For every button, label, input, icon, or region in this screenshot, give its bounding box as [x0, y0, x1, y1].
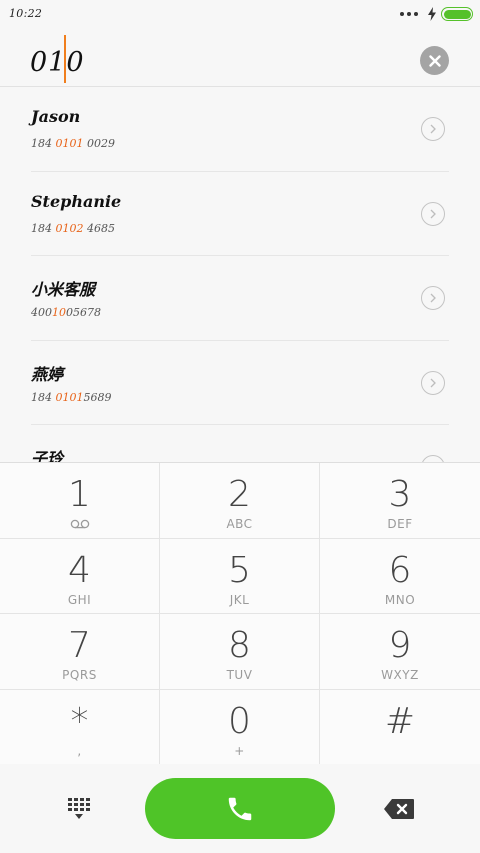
key-digit: 7 [68, 625, 91, 666]
key-digit: * [70, 700, 89, 742]
phone-icon [228, 797, 252, 820]
key-digit: 2 [228, 474, 251, 515]
chevron-right-icon [430, 293, 436, 303]
key-digit: # [384, 700, 416, 742]
contact-item[interactable]: 小米客服 4001005678 [31, 256, 449, 341]
key-digit: 3 [388, 474, 412, 515]
key-9[interactable]: 9 WXYZ [320, 614, 480, 690]
contact-detail-button[interactable] [421, 455, 445, 462]
clear-button[interactable] [420, 46, 449, 75]
contact-detail-button[interactable] [421, 201, 445, 226]
key-3[interactable]: 3 DEF [320, 463, 480, 539]
contact-name: 小米客服 [31, 280, 96, 299]
contact-number: 184 01015689 [31, 390, 112, 404]
contact-suggestion-list[interactable]: Jason 184 0101 0029 Stephanie 184 0102 4… [0, 87, 480, 462]
dialpad-icon[interactable] [67, 797, 93, 821]
number-match-highlight: 0101 [55, 137, 84, 150]
contact-name: Stephanie [31, 191, 122, 211]
status-bar: 10:22 [0, 0, 480, 28]
contact-number: 4001005678 [31, 306, 101, 319]
contact-name: 燕婷 [31, 364, 64, 384]
dialed-number[interactable]: 010 [30, 47, 85, 78]
key-letters: TUV [226, 668, 253, 682]
contact-item[interactable]: 燕婷 184 01015689 [31, 341, 449, 425]
contact-name: 子玲 [31, 449, 64, 462]
key-5[interactable]: 5 JKL [160, 538, 320, 614]
key-letters: ABC [226, 517, 253, 531]
number-match-highlight: 0101 [55, 390, 84, 404]
number-match-highlight: 0102 [55, 221, 84, 235]
signal-icon [400, 12, 418, 16]
chevron-right-icon [430, 209, 436, 218]
status-time: 10:22 [9, 7, 43, 20]
contact-number: 184 0101 0029 [31, 137, 115, 150]
dialer-screen: 10:22 010 Jason 184 0101 0029 Stephanie … [0, 0, 480, 853]
close-icon [428, 54, 441, 67]
dialpad: 1 2 ABC 3 DEF 4 GHI 5 JKL 6 MNO 7 PQRS 8… [0, 462, 480, 766]
contact-detail-button[interactable] [421, 117, 445, 141]
key-letters: GHI [67, 592, 92, 607]
key-digit: 6 [388, 549, 412, 591]
contact-number: 184 0102 4685 [31, 221, 115, 235]
key-1[interactable]: 1 [0, 463, 160, 539]
backspace-icon[interactable] [383, 798, 415, 820]
key-letters: JKL [229, 592, 250, 607]
contact-item[interactable]: Stephanie 184 0102 4685 [31, 172, 449, 256]
key-digit: 0 [228, 700, 251, 742]
call-button[interactable] [145, 778, 335, 839]
key-letters: , [77, 743, 82, 758]
chevron-right-icon [430, 124, 436, 134]
contact-item[interactable]: 子玲 [31, 425, 449, 462]
contact-name: Jason [31, 107, 81, 126]
key-6[interactable]: 6 MNO [320, 539, 480, 614]
text-caret [64, 35, 66, 83]
number-field[interactable]: 010 [0, 28, 480, 87]
key-digit: 5 [228, 549, 251, 591]
key-digit: 9 [388, 625, 412, 666]
key-4[interactable]: 4 GHI [0, 538, 160, 614]
contact-detail-button[interactable] [421, 286, 445, 310]
key-hash[interactable]: # [320, 690, 480, 766]
status-indicators [400, 6, 473, 22]
key-letters: MNO [384, 592, 416, 607]
key-8[interactable]: 8 TUV [160, 614, 320, 690]
battery-icon [441, 7, 473, 21]
key-digit: 4 [68, 549, 91, 591]
key-0[interactable]: 0 + [160, 689, 320, 765]
key-2[interactable]: 2 ABC [160, 463, 320, 539]
key-letters: DEF [387, 517, 413, 531]
voicemail-icon [70, 519, 90, 529]
key-letters: WXYZ [381, 668, 419, 682]
key-star[interactable]: * , [0, 689, 160, 765]
battery-level [443, 9, 471, 19]
bottom-action-bar [0, 764, 480, 853]
key-digit: 1 [68, 474, 91, 515]
contact-detail-button[interactable] [421, 370, 445, 395]
key-letters: PQRS [62, 668, 97, 682]
key-7[interactable]: 7 PQRS [0, 614, 160, 690]
charging-icon [428, 7, 436, 21]
key-digit: 8 [228, 625, 251, 666]
chevron-right-icon [430, 378, 436, 387]
contact-item[interactable]: Jason 184 0101 0029 [31, 87, 449, 172]
key-letters: + [234, 743, 245, 758]
number-match-highlight: 10 [52, 306, 66, 319]
